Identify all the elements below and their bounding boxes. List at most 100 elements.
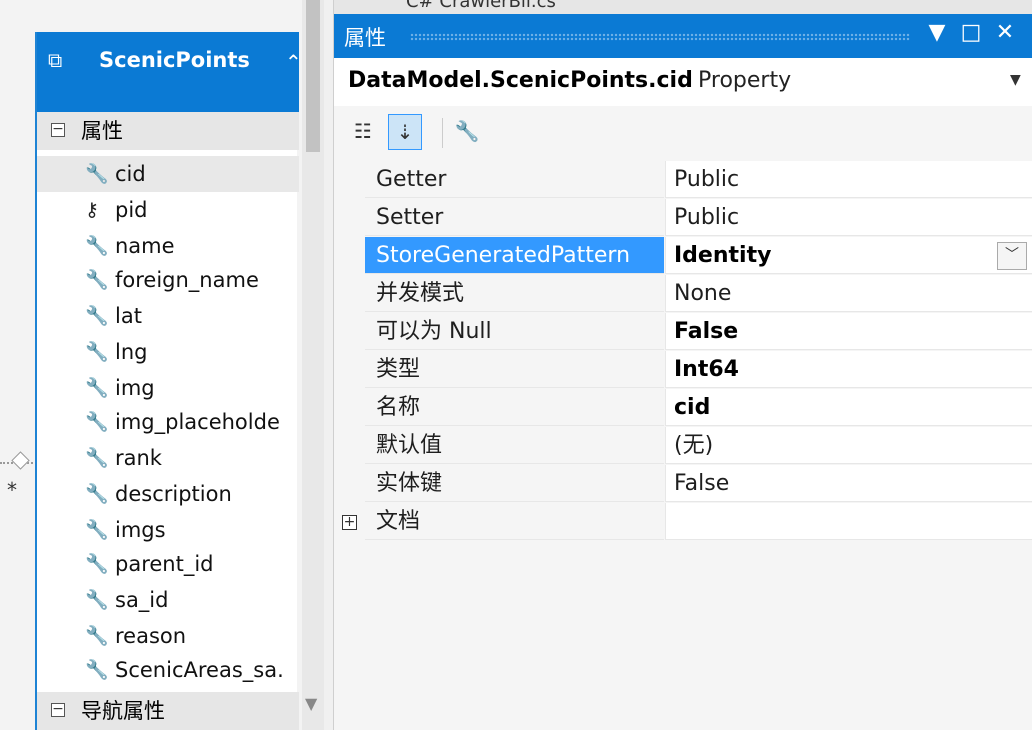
panel-title: 属性 (344, 26, 386, 50)
property-row-name[interactable]: 名称 cid (334, 389, 1032, 427)
section-label: 导航属性 (81, 699, 165, 723)
wrench-icon: 🔧 (85, 519, 109, 541)
wrench-icon[interactable]: 🔧 (450, 114, 484, 150)
wrench-icon: 🔧 (85, 411, 109, 433)
property-value[interactable]: Int64 (665, 351, 1032, 388)
property-value[interactable]: (无) (665, 427, 1032, 464)
wrench-icon: 🔧 (85, 377, 109, 399)
property-label: parent_id (115, 552, 214, 576)
entity-property-img-placeholder[interactable]: 🔧 img_placeholde (37, 404, 299, 440)
section-navigation-properties[interactable]: − 导航属性 (37, 692, 299, 730)
property-value[interactable]: cid (665, 389, 1032, 426)
property-label: description (115, 482, 232, 506)
object-name: DataModel.ScenicPoints.cid (348, 68, 693, 93)
entity-property-imgs[interactable]: 🔧 imgs (37, 512, 299, 548)
property-label: foreign_name (115, 268, 259, 292)
property-label: pid (115, 198, 148, 222)
titlebar-grip[interactable] (410, 33, 910, 41)
entity-property-foreign-name[interactable]: 🔧 foreign_name (37, 262, 299, 298)
property-value[interactable]: Identity (665, 237, 1032, 274)
property-value[interactable] (665, 503, 1032, 540)
maximize-icon[interactable]: □ (956, 20, 986, 45)
property-name: 文档 (365, 503, 664, 540)
close-icon[interactable]: ✕ (990, 20, 1020, 45)
property-grid: Getter Public Setter Public StoreGenerat… (334, 161, 1032, 561)
object-kind: Property (698, 68, 792, 93)
property-row-default-value[interactable]: 默认值 (无) (334, 427, 1032, 465)
property-name: StoreGeneratedPattern (365, 237, 664, 274)
property-label: lng (115, 340, 148, 364)
property-row-store-generated-pattern[interactable]: StoreGeneratedPattern Identity ﹀ (334, 237, 1032, 275)
entity-property-lng[interactable]: 🔧 lng (37, 334, 299, 370)
scrollbar-thumb[interactable] (306, 0, 320, 152)
expand-icon[interactable]: + (342, 515, 357, 530)
property-value[interactable]: Public (665, 199, 1032, 236)
wrench-icon: 🔧 (85, 341, 109, 363)
property-name: Setter (365, 199, 664, 236)
property-name: Getter (365, 161, 664, 198)
chevron-down-icon[interactable]: ▼ (1010, 72, 1021, 88)
entity-property-description[interactable]: 🔧 description (37, 476, 299, 512)
property-value[interactable]: Public (665, 161, 1032, 198)
property-label: ScenicAreas_sa. (115, 658, 284, 682)
entity-property-img[interactable]: 🔧 img (37, 370, 299, 406)
property-value[interactable]: None (665, 275, 1032, 312)
categorized-icon[interactable]: ☷ (346, 114, 380, 150)
property-name: 可以为 Null (365, 313, 664, 350)
properties-panel: C# CrawlerBll.cs 属性 ▼ □ ✕ DataModel.Scen… (333, 0, 1032, 730)
entity-property-lat[interactable]: 🔧 lat (37, 298, 299, 334)
collapse-icon[interactable]: − (51, 702, 65, 717)
scroll-down-icon[interactable]: ▼ (305, 694, 317, 713)
property-label: name (115, 234, 175, 258)
property-row-type[interactable]: 类型 Int64 (334, 351, 1032, 389)
panel-titlebar[interactable]: 属性 ▼ □ ✕ (334, 14, 1032, 58)
property-name: 类型 (365, 351, 664, 388)
entity-designer: * ⧉ ScenicPoints ⌃ − 属性 🔧 cid ⚷ pid 🔧 na… (0, 0, 324, 730)
entity-property-sa-id[interactable]: 🔧 sa_id (37, 582, 299, 618)
foreign-key-icon: ⚷ (85, 199, 99, 221)
property-value[interactable]: False (665, 465, 1032, 502)
association-end-diamond (11, 451, 30, 470)
entity-icon: ⧉ (48, 48, 63, 72)
property-label: img (115, 376, 155, 400)
wrench-icon: 🔧 (85, 589, 109, 611)
entity-property-rank[interactable]: 🔧 rank (37, 440, 299, 476)
document-tab[interactable]: C# CrawlerBll.cs (406, 0, 556, 12)
entity-property-scenicareas[interactable]: 🔧 ScenicAreas_sa. (37, 652, 299, 688)
collapse-icon[interactable]: − (51, 122, 65, 137)
property-label: lat (115, 304, 142, 328)
property-row-getter[interactable]: Getter Public (334, 161, 1032, 199)
section-properties[interactable]: − 属性 (37, 112, 299, 150)
designer-scrollbar[interactable]: ▼ (302, 0, 324, 730)
property-label: reason (115, 624, 187, 648)
property-label: imgs (115, 518, 166, 542)
property-value[interactable]: False (665, 313, 1032, 350)
property-name: 实体键 (365, 465, 664, 502)
property-row-entity-key[interactable]: 实体键 False (334, 465, 1032, 503)
property-name: 并发模式 (365, 275, 664, 312)
property-name: 默认值 (365, 427, 664, 464)
entity-property-parent-id[interactable]: 🔧 parent_id (37, 546, 299, 582)
window-position-dropdown-icon[interactable]: ▼ (922, 20, 952, 45)
property-row-concurrency-mode[interactable]: 并发模式 None (334, 275, 1032, 313)
property-label: rank (115, 446, 162, 470)
property-row-setter[interactable]: Setter Public (334, 199, 1032, 237)
property-row-nullable[interactable]: 可以为 Null False (334, 313, 1032, 351)
entity-shape[interactable]: ⧉ ScenicPoints ⌃ − 属性 🔧 cid ⚷ pid 🔧 name… (35, 32, 302, 730)
entity-property-cid[interactable]: 🔧 cid (37, 156, 299, 192)
sort-az-icon[interactable]: ⇣ (388, 114, 422, 150)
property-row-documentation[interactable]: + 文档 (334, 503, 1032, 541)
collapse-icon[interactable]: ⌃ (285, 50, 302, 74)
entity-header[interactable]: ⧉ ScenicPoints ⌃ (37, 32, 302, 112)
association-multiplicity: * (7, 478, 17, 502)
entity-property-reason[interactable]: 🔧 reason (37, 618, 299, 654)
properties-toolbar: ☷ ⇣ 🔧 (334, 106, 1032, 161)
entity-property-name[interactable]: 🔧 name (37, 228, 299, 264)
wrench-icon: 🔧 (85, 235, 109, 257)
toolbar-separator (442, 118, 443, 148)
wrench-icon: 🔧 (85, 483, 109, 505)
object-selector[interactable]: DataModel.ScenicPoints.cid Property ▼ (334, 58, 1032, 107)
entity-property-pid[interactable]: ⚷ pid (37, 192, 299, 228)
chevron-down-icon[interactable]: ﹀ (997, 242, 1027, 270)
document-tab-strip: C# CrawlerBll.cs (334, 0, 1032, 14)
